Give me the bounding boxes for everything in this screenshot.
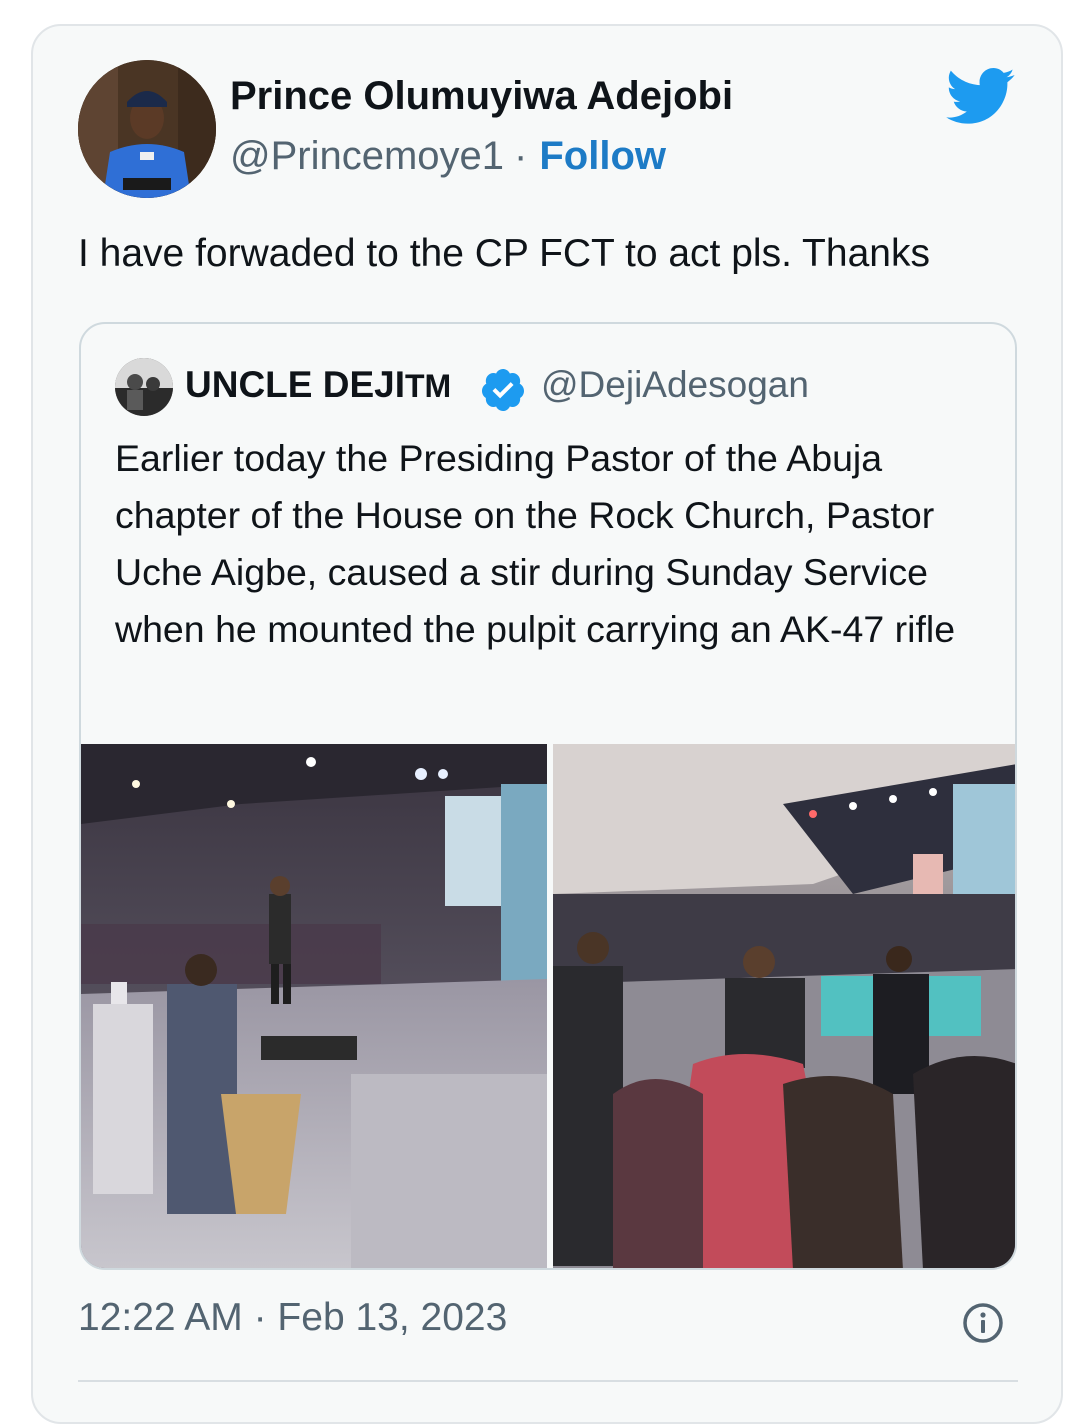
tweet-photo-2[interactable] [553,744,1015,1268]
separator-dot: · [514,134,528,178]
divider [78,1380,1018,1382]
quoted-author-avatar[interactable] [115,358,173,416]
quoted-tweet[interactable]: UNCLE DEJITM @DejiAdesogan Earlier today… [79,322,1017,1270]
author-handle[interactable]: @Princemoye1 [230,134,504,178]
author-name[interactable]: Prince Olumuyiwa Adejobi [230,74,733,119]
tweet-timestamp[interactable]: 12:22 AM · Feb 13, 2023 [78,1296,507,1340]
quoted-author-handle[interactable]: @DejiAdesogan [541,364,809,406]
author-handle-row: @Princemoye1 · Follow [230,134,666,179]
info-icon[interactable] [962,1302,1004,1344]
quoted-author-name[interactable]: UNCLE DEJITM [185,364,451,406]
quoted-tweet-text: Earlier today the Presiding Pastor of th… [115,437,956,650]
quoted-author-name-text: UNCLE DEJI [185,364,405,405]
quoted-author-tm: TM [404,368,452,404]
tweet-photo-1[interactable] [81,744,547,1268]
tweet-text: I have forwaded to the CP FCT to act pls… [78,232,930,275]
twitter-bird-icon[interactable] [946,68,1016,126]
author-avatar[interactable] [78,60,216,198]
follow-button[interactable]: Follow [539,134,666,178]
verified-badge-icon [479,366,527,414]
